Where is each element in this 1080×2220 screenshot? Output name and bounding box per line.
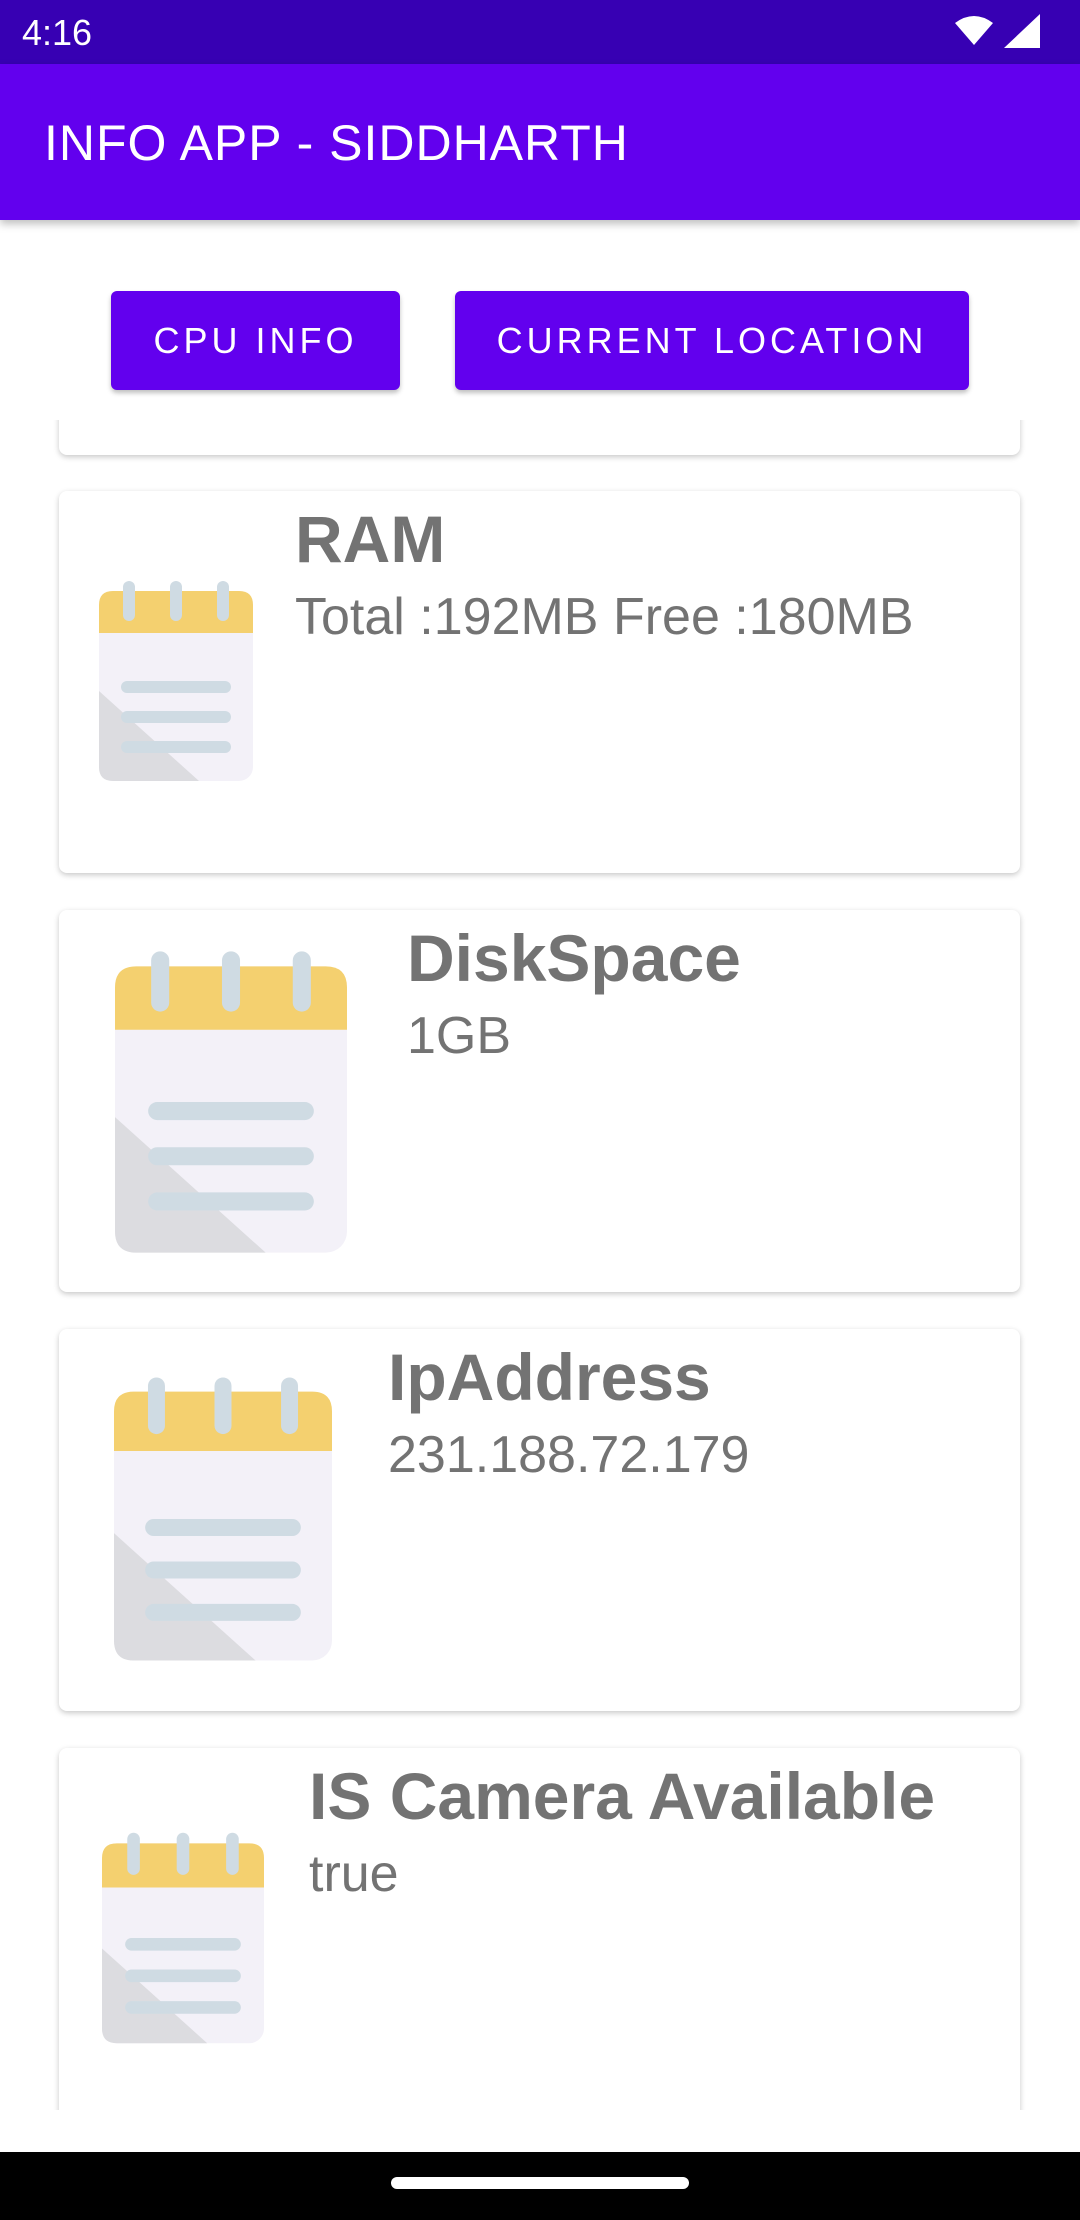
app-bar: INFO APP - SIDDHARTH bbox=[0, 64, 1080, 220]
list-item-diskspace: DiskSpace 1GB bbox=[59, 910, 1020, 1292]
signal-icon bbox=[1004, 14, 1040, 48]
card-title: DiskSpace bbox=[407, 921, 741, 995]
cpu-info-button[interactable]: CPU INFO bbox=[111, 291, 400, 390]
card-value: 1GB bbox=[407, 1007, 512, 1065]
notepad-icon bbox=[99, 581, 253, 781]
status-time: 4:16 bbox=[22, 12, 93, 53]
current-location-button[interactable]: CURRENT LOCATION bbox=[455, 291, 969, 390]
app-title: INFO APP - SIDDHARTH bbox=[44, 115, 629, 171]
card-title: IpAddress bbox=[388, 1340, 711, 1414]
list-item-ipaddress: IpAddress 231.188.72.179 bbox=[59, 1329, 1020, 1711]
list-item-partial bbox=[59, 420, 1020, 455]
card-value: true bbox=[309, 1845, 399, 1903]
card-title: RAM bbox=[295, 502, 446, 576]
home-handle[interactable] bbox=[391, 2177, 689, 2189]
wifi-icon bbox=[955, 16, 993, 45]
list-item-ram: RAM Total :192MB Free :180MB bbox=[59, 491, 1020, 873]
notepad-icon bbox=[114, 1377, 332, 1661]
info-list[interactable]: RAM Total :192MB Free :180MB DiskSpace 1… bbox=[0, 420, 1080, 2110]
notepad-icon bbox=[115, 951, 347, 1253]
card-title: IS Camera Available bbox=[309, 1759, 936, 1833]
list-item-camera: IS Camera Available true bbox=[59, 1748, 1020, 2110]
card-value: Total :192MB Free :180MB bbox=[295, 588, 914, 646]
status-icons bbox=[954, 14, 1040, 48]
status-bar: 4:16 bbox=[0, 0, 1080, 64]
notepad-icon bbox=[102, 1832, 264, 2044]
card-value: 231.188.72.179 bbox=[388, 1426, 750, 1484]
